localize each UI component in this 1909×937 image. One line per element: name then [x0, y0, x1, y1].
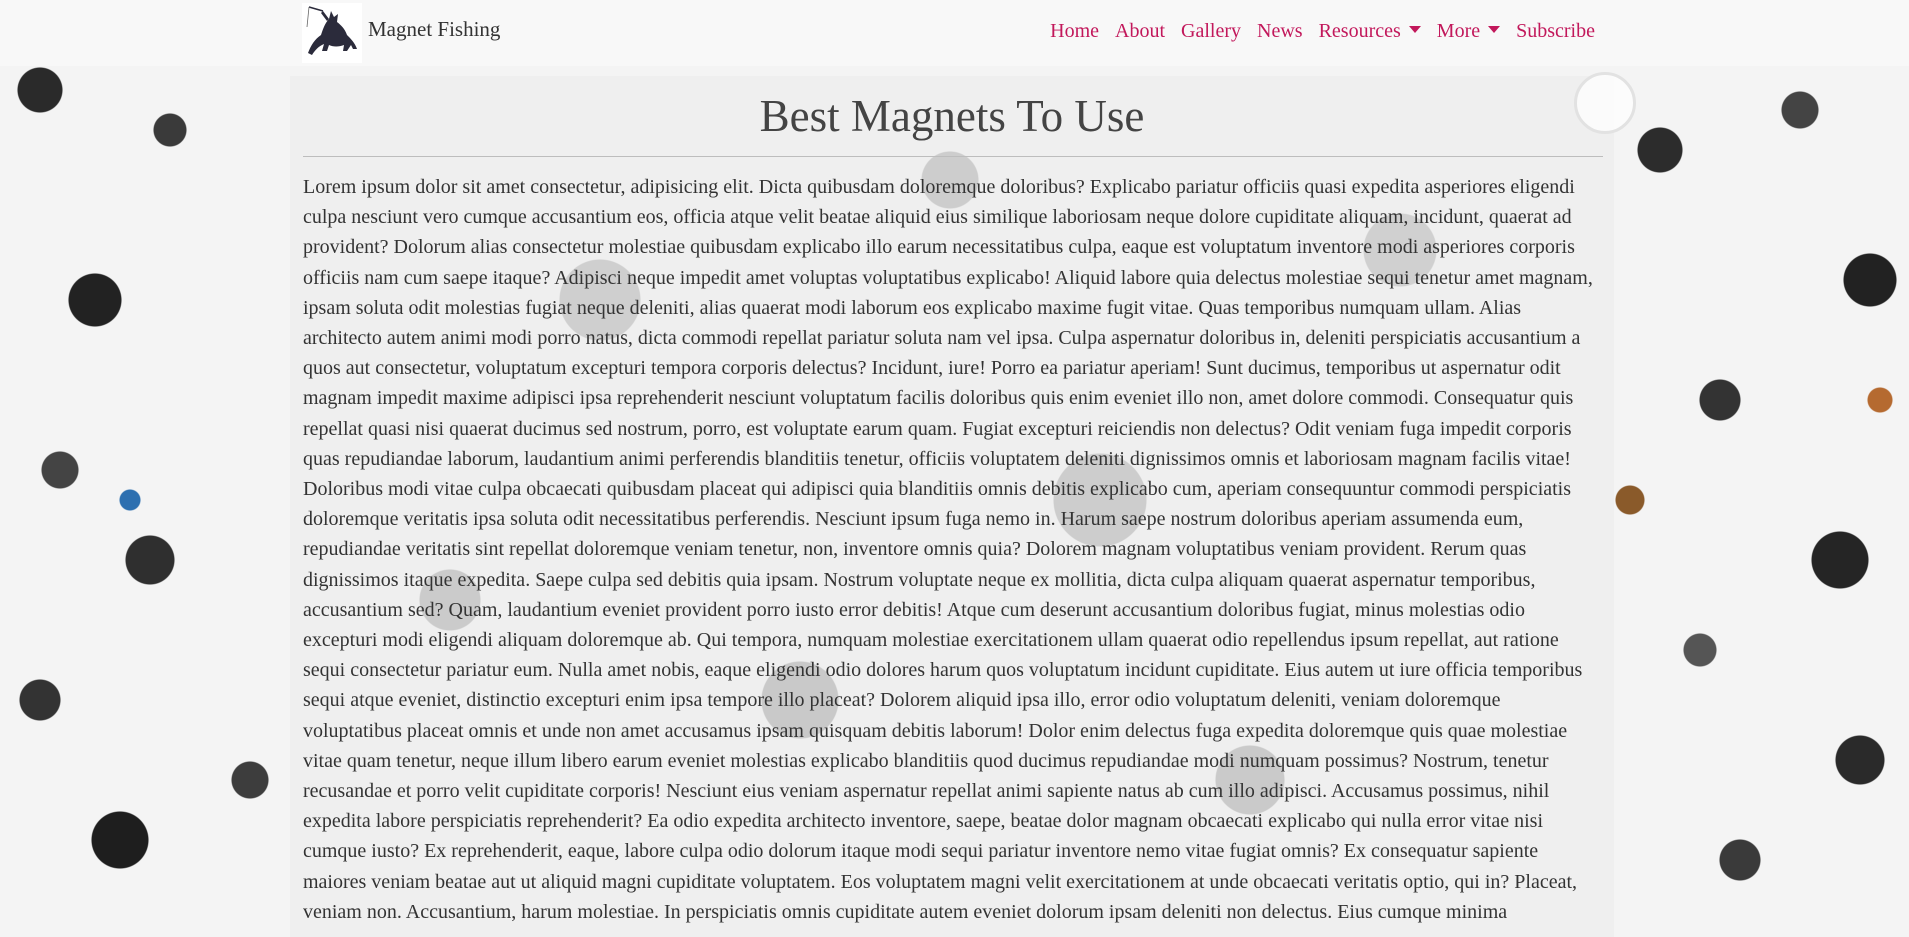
- brand-name: Magnet Fishing: [368, 16, 501, 41]
- body-paragraph: Lorem ipsum dolor sit amet consectetur, …: [303, 176, 1593, 923]
- nav-about[interactable]: About: [1115, 20, 1165, 43]
- nav-home[interactable]: Home: [1050, 20, 1099, 43]
- caret-down-icon: [1488, 25, 1501, 33]
- nav-subscribe[interactable]: Subscribe: [1516, 20, 1595, 43]
- navbar: Magnet Fishing Home About Gallery News R…: [0, 0, 1909, 66]
- caret-down-icon: [1408, 25, 1421, 33]
- nav-resources-label: Resources: [1318, 19, 1401, 42]
- fishing-cat-logo-icon: [302, 3, 362, 63]
- divider: [303, 156, 1603, 157]
- nav-more-label: More: [1436, 19, 1481, 42]
- nav-gallery[interactable]: Gallery: [1181, 20, 1241, 43]
- page-title: Best Magnets To Use: [759, 91, 1145, 141]
- washer-decoration: [1574, 72, 1636, 134]
- main-nav: Home About Gallery News Resources More S…: [1050, 0, 1595, 62]
- brand[interactable]: Magnet Fishing: [302, 0, 500, 66]
- nav-more-dropdown[interactable]: More: [1436, 19, 1501, 43]
- nav-news[interactable]: News: [1257, 20, 1303, 43]
- nav-resources-dropdown[interactable]: Resources: [1319, 20, 1421, 43]
- content-panel: Best Magnets To Use Lorem ipsum dolor si…: [290, 76, 1614, 937]
